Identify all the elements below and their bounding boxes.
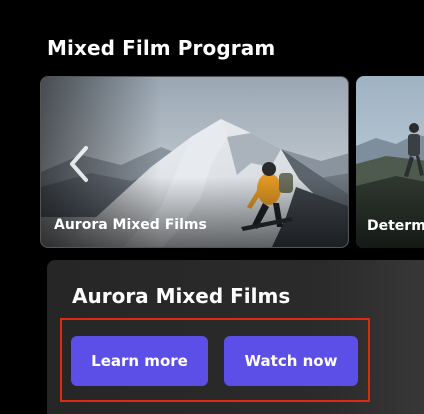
chevron-left-icon[interactable] <box>64 142 94 186</box>
film-program-page: Mixed Film Program Aurora Mixed Films De… <box>0 0 424 414</box>
card-bottom-fade <box>356 178 424 248</box>
carousel-card-determ[interactable]: Determ <box>356 76 424 248</box>
details-panel: Aurora Mixed Films Learn more Watch now <box>47 260 424 414</box>
learn-more-button[interactable]: Learn more <box>71 336 208 386</box>
card-title: Aurora Mixed Films <box>54 217 207 233</box>
card-bottom-fade <box>41 177 348 247</box>
section-title: Mixed Film Program <box>47 36 276 60</box>
watch-now-button[interactable]: Watch now <box>224 336 358 386</box>
details-title: Aurora Mixed Films <box>72 284 291 308</box>
film-carousel: Aurora Mixed Films Determ <box>0 76 424 252</box>
card-title: Determ <box>367 218 424 234</box>
